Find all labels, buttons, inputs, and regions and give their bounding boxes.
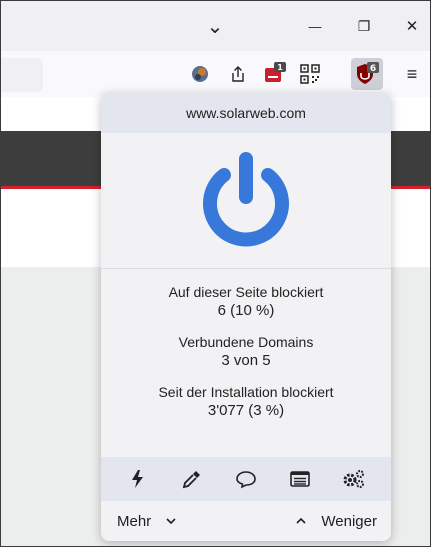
tab-list-button[interactable]: ⌄ — [197, 9, 233, 43]
ublock-popup-panel: www.solarweb.com Auf dieser Seite blocki… — [101, 93, 391, 541]
popup-hostname: www.solarweb.com — [101, 93, 391, 133]
eyedropper-icon — [182, 471, 200, 489]
more-button[interactable]: Mehr — [117, 513, 177, 530]
minimize-icon: — — [308, 18, 322, 34]
ublock-origin-icon: 6 — [357, 62, 379, 84]
block-statistics: Auf dieser Seite blockiert 6 (10 %) Verb… — [101, 269, 391, 421]
popup-footer: Mehr Weniger — [101, 501, 391, 541]
less-button[interactable]: Weniger — [295, 513, 377, 530]
stat-connected-domains: Verbundene Domains 3 von 5 — [101, 333, 391, 371]
lightning-icon — [132, 470, 143, 488]
restore-icon: ❐ — [357, 17, 371, 34]
stat-value: 3'077 (3 %) — [207, 402, 285, 419]
share-icon[interactable] — [226, 62, 250, 86]
speech-bubble-icon — [236, 471, 256, 489]
stat-value: 3 von 5 — [221, 352, 271, 369]
extension-badge: 1 — [277, 63, 283, 72]
restore-button[interactable]: ❐ — [346, 9, 382, 43]
stat-page-blocked: Auf dieser Seite blockiert 6 (10 %) — [101, 283, 391, 321]
more-label: Mehr — [117, 512, 152, 530]
power-button-icon[interactable] — [194, 149, 298, 253]
chevron-down-icon — [166, 518, 176, 525]
stat-label: Verbundene Domains — [178, 334, 314, 350]
title-bar: ⌄ — ❐ ✕ — [1, 1, 430, 51]
chevron-down-icon: ⌄ — [206, 15, 224, 38]
stat-value: 6 (10 %) — [217, 302, 275, 319]
no-popups-toggle[interactable] — [124, 465, 152, 493]
close-window-button[interactable]: ✕ — [394, 9, 430, 43]
close-icon: ✕ — [405, 18, 419, 35]
element-picker-button[interactable] — [178, 465, 206, 493]
cosmetic-filter-toggle[interactable] — [232, 465, 260, 493]
minimize-button[interactable]: — — [297, 9, 333, 43]
stat-since-install: Seit der Installation blockiert 3'077 (3… — [101, 383, 391, 421]
navigation-toolbar: 1 6 ≡ — [1, 51, 430, 97]
less-label: Weniger — [321, 512, 377, 530]
profile-avatar-icon[interactable] — [188, 62, 212, 86]
ublock-origin-button[interactable]: 6 — [351, 58, 383, 90]
logger-button[interactable] — [286, 465, 314, 493]
red-extension-icon[interactable]: 1 — [263, 62, 287, 86]
hamburger-menu-icon: ≡ — [406, 63, 418, 84]
stat-label: Seit der Installation blockiert — [158, 384, 334, 400]
dashboard-button[interactable] — [340, 465, 368, 493]
browser-window: ⌄ — ❐ ✕ 1 6 ≡ www.solarweb.com Auf diese… — [0, 0, 431, 547]
popup-tools-row — [101, 457, 391, 501]
url-bar[interactable] — [1, 58, 43, 92]
qr-code-icon[interactable] — [298, 62, 322, 86]
power-switch-area — [101, 133, 391, 269]
logger-list-icon — [290, 471, 310, 487]
chevron-up-icon — [296, 517, 306, 524]
blocked-count-badge: 6 — [370, 64, 376, 74]
settings-gears-icon — [343, 470, 364, 488]
stat-label: Auf dieser Seite blockiert — [168, 284, 324, 300]
app-menu-button[interactable]: ≡ — [400, 62, 424, 86]
